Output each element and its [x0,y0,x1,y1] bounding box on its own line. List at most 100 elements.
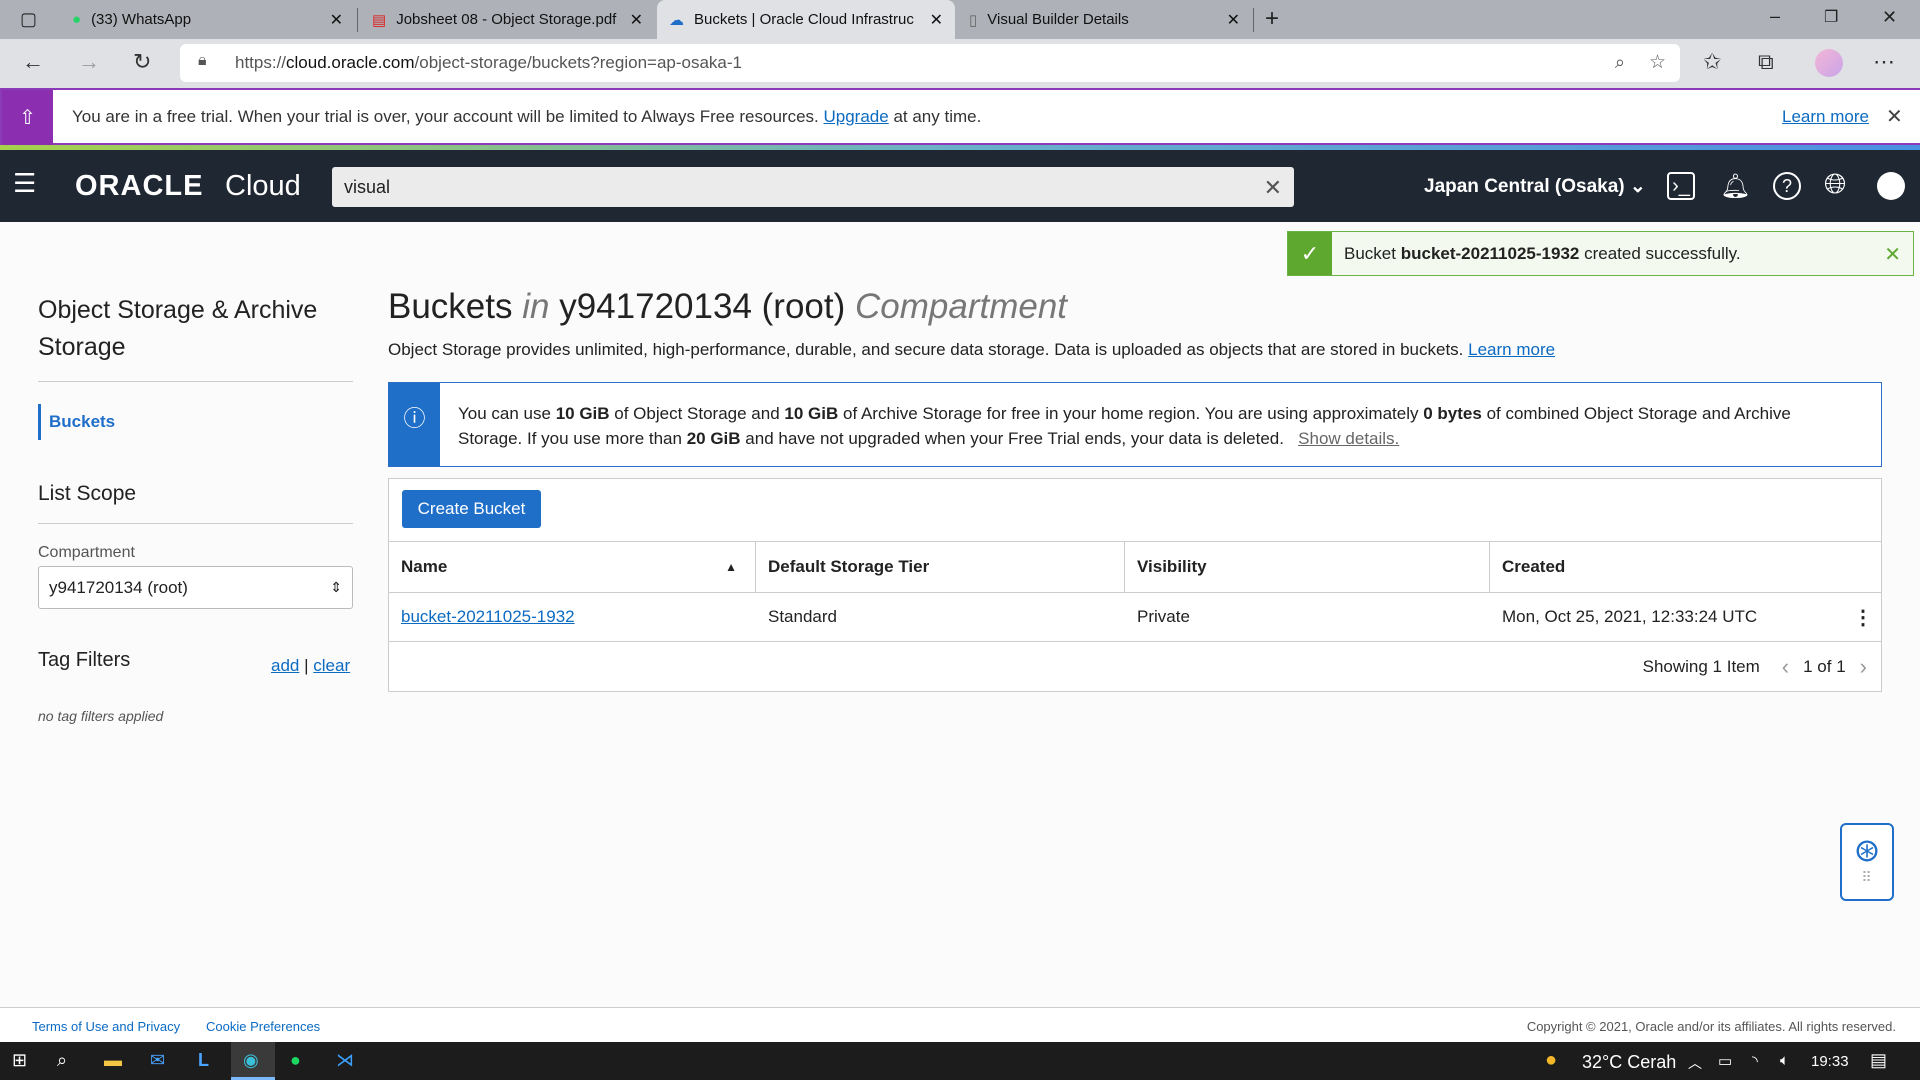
zoom-icon[interactable]: ⌕ [1615,52,1625,73]
showing-count: Showing 1 Item [1642,657,1760,676]
show-details-link[interactable]: Show details. [1298,429,1399,448]
tab-actions-icon[interactable]: ▢ [20,9,37,30]
lifebuoy-icon: ⊛ [1853,832,1881,868]
bucket-name-link[interactable]: bucket-20211025-1932 [401,607,575,627]
refresh-icon[interactable]: ↻ [133,49,151,75]
upgrade-link[interactable]: Upgrade [824,107,889,126]
compartment-select[interactable]: y941720134 (root) ⇕ [38,566,353,609]
back-icon[interactable]: ← [22,49,44,75]
compartment-label: Compartment [38,544,135,561]
vscode-icon[interactable]: ⋊ [336,1050,354,1071]
tab-pdf[interactable]: ▤ Jobsheet 08 - Object Storage.pdf ✕ [360,0,655,39]
window-close-button[interactable]: ✕ [1882,7,1897,28]
footer: Terms of Use and Privacy Cookie Preferen… [0,1007,1920,1042]
tab-buckets[interactable]: ☁ Buckets | Oracle Cloud Infrastruc ✕ [657,0,955,39]
region-label: Japan Central (Osaka) [1424,176,1625,197]
tab-whatsapp[interactable]: ● (33) WhatsApp ✕ [60,0,355,39]
sort-ascending-icon[interactable]: ▲ [725,560,737,574]
notification-center-icon[interactable]: ▤ [1870,1050,1887,1071]
oracle-logo[interactable]: ORACLE [75,170,203,203]
wifi-icon[interactable]: ◝ [1752,1052,1758,1070]
minimize-button[interactable]: – [1770,6,1780,27]
edge-taskbar-button[interactable]: ◉ [231,1042,275,1080]
learn-more-link[interactable]: Learn more [1468,340,1555,359]
file-explorer-icon[interactable]: ▬ [104,1050,122,1071]
create-bucket-button[interactable]: Create Bucket [402,490,541,528]
grid-icon: ⠿ [1861,869,1873,885]
search-icon[interactable]: ⌕ [57,1050,67,1071]
column-header-name[interactable]: Name ▲ [389,542,756,592]
separator: | [304,656,309,675]
table-row: bucket-20211025-1932 Standard Private Mo… [389,592,1881,641]
profile-avatar[interactable] [1815,49,1843,77]
info-text: of Archive Storage for free in your home… [843,404,1419,423]
search-input[interactable]: visual ✕ [332,167,1294,207]
info-value: 20 GiB [686,429,741,448]
title-compartment: y941720134 (root) [559,287,846,326]
oracle-logo-cloud: Cloud [225,170,301,202]
favorites-icon[interactable]: ✩ [1703,49,1721,75]
help-widget[interactable]: ⊛ ⠿ [1840,823,1894,901]
region-selector[interactable]: Japan Central (Osaka) ⌄ [1424,175,1646,198]
tab-visual-builder[interactable]: ▯ Visual Builder Details ✕ [957,0,1252,39]
tab-label: (33) WhatsApp [91,11,192,28]
forward-icon[interactable]: → [78,49,100,75]
help-icon[interactable]: ? [1773,172,1801,200]
url-prefix: https:// [235,53,287,72]
cookie-preferences-link[interactable]: Cookie Preferences [206,1019,320,1034]
app-l-icon[interactable]: L [198,1050,209,1071]
clock[interactable]: 19:33 [1811,1053,1849,1070]
title-main: Buckets [388,287,513,326]
restore-button[interactable]: ❐ [1824,7,1838,27]
spotify-icon[interactable]: ● [290,1050,301,1071]
mail-icon[interactable]: ✉ [150,1050,165,1071]
learn-more-link[interactable]: Learn more [1782,107,1869,127]
windows-start-icon[interactable]: ⊞ [12,1050,27,1071]
no-tag-filters-text: no tag filters applied [38,708,164,724]
info-value: 10 GiB [784,404,839,423]
profile-icon[interactable] [1877,172,1905,200]
title-in: in [522,287,550,326]
close-tab-icon[interactable]: ✕ [630,10,643,30]
list-scope-heading: List Scope [38,482,137,505]
compartment-value: y941720134 (root) [49,578,188,597]
cloud-icon: ☁ [669,11,684,29]
language-icon[interactable]: 🌐︎ [1824,168,1846,201]
add-tag-filter-link[interactable]: add [271,656,299,675]
close-tab-icon[interactable]: ✕ [1227,10,1240,30]
cloud-shell-icon[interactable]: ›_ [1667,172,1695,200]
menu-icon[interactable]: ☰ [13,168,36,199]
free-trial-banner: ⇧ You are in a free trial. When your tri… [0,88,1920,145]
visibility-cell: Private [1137,607,1190,626]
collections-icon[interactable]: ⧉ [1758,49,1774,75]
new-tab-button[interactable]: + [1265,5,1279,33]
weather-text[interactable]: 32°C Cerah [1582,1052,1676,1073]
next-page-icon[interactable]: › [1860,654,1867,680]
battery-icon[interactable]: ▭ [1718,1052,1732,1070]
toast-prefix: Bucket [1344,243,1396,263]
more-icon[interactable]: ⋯ [1873,49,1895,75]
close-toast-icon[interactable]: ✕ [1884,242,1901,267]
previous-page-icon[interactable]: ‹ [1782,654,1789,680]
column-header-created: Created [1502,557,1566,576]
pagination: Showing 1 Item ‹ 1 of 1 › [389,641,1881,692]
sidebar-item-buckets[interactable]: Buckets [38,404,353,440]
tray-chevron-icon[interactable]: ︿ [1688,1053,1702,1073]
page-icon: ▯ [969,11,978,29]
terms-link[interactable]: Terms of Use and Privacy [32,1019,180,1034]
row-actions-icon[interactable]: ⋮ [1853,605,1873,630]
taskbar: ⊞ ⌕ ▬ ✉ L ◉ ● ⋊ ● 32°C Cerah ︿ ▭ ◝ 🔈︎ 19… [0,1042,1920,1080]
url-input[interactable]: 🔒︎ https://cloud.oracle.com/object-stora… [180,44,1680,82]
edge-icon: ◉ [243,1050,259,1070]
clear-search-icon[interactable]: ✕ [1264,175,1282,201]
pdf-icon: ▤ [372,11,387,29]
storage-tier-cell: Standard [768,607,837,626]
favorite-icon[interactable]: ☆ [1649,51,1666,74]
clear-tag-filter-link[interactable]: clear [313,656,350,675]
notifications-icon[interactable]: 🔔︎ [1720,172,1750,201]
close-tab-icon[interactable]: ✕ [330,10,343,30]
close-banner-icon[interactable]: ✕ [1886,104,1903,129]
buckets-table: Create Bucket Name ▲ Default Storage Tier… [388,478,1882,692]
close-tab-icon[interactable]: ✕ [930,10,943,30]
volume-icon[interactable]: 🔈︎ [1780,1052,1789,1069]
